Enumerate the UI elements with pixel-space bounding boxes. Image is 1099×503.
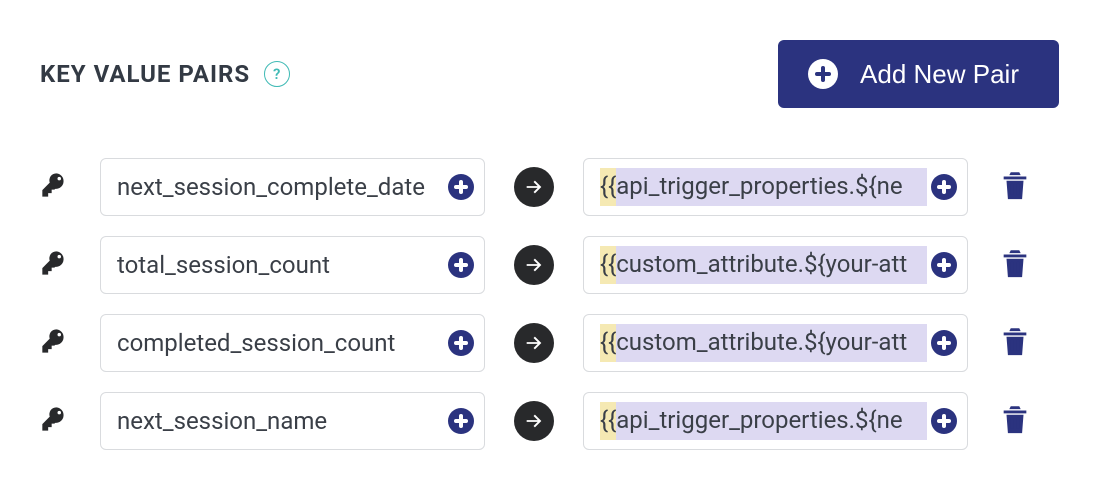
- insert-variable-icon[interactable]: [448, 408, 474, 434]
- pairs-list: next_session_complete_date {{api_trigger…: [40, 158, 1059, 450]
- key-input[interactable]: next_session_complete_date: [100, 158, 485, 216]
- arrow-right-icon: [514, 323, 554, 363]
- section-title: KEY VALUE PAIRS ?: [40, 60, 290, 88]
- value-input-text: {{api_trigger_properties.${ne: [600, 168, 927, 206]
- add-new-pair-button[interactable]: Add New Pair: [778, 40, 1059, 108]
- delete-pair-button[interactable]: [998, 244, 1032, 286]
- key-input[interactable]: total_session_count: [100, 236, 485, 294]
- section-title-text: KEY VALUE PAIRS: [40, 60, 250, 88]
- value-input-text: {{api_trigger_properties.${ne: [600, 402, 927, 440]
- value-input[interactable]: {{custom_attribute.${your-att: [583, 236, 968, 294]
- insert-variable-icon[interactable]: [931, 252, 957, 278]
- insert-variable-icon[interactable]: [931, 408, 957, 434]
- add-new-pair-label: Add New Pair: [860, 59, 1019, 90]
- key-input-text: completed_session_count: [117, 329, 444, 357]
- arrow-right-icon: [514, 401, 554, 441]
- delete-pair-button[interactable]: [998, 166, 1032, 208]
- delete-pair-button[interactable]: [998, 400, 1032, 442]
- value-input-text: {{custom_attribute.${your-att: [600, 324, 927, 362]
- plus-circle-icon: [808, 59, 838, 89]
- key-icon: [40, 327, 76, 359]
- insert-variable-icon[interactable]: [448, 252, 474, 278]
- key-input-text: next_session_complete_date: [117, 173, 444, 201]
- key-icon: [40, 405, 76, 437]
- key-input-text: next_session_name: [117, 407, 444, 435]
- key-input-text: total_session_count: [117, 251, 444, 279]
- help-icon[interactable]: ?: [264, 61, 290, 87]
- value-input[interactable]: {{api_trigger_properties.${ne: [583, 392, 968, 450]
- arrow-right-icon: [514, 245, 554, 285]
- value-input[interactable]: {{custom_attribute.${your-att: [583, 314, 968, 372]
- insert-variable-icon[interactable]: [448, 330, 474, 356]
- header-row: KEY VALUE PAIRS ? Add New Pair: [40, 40, 1059, 108]
- pair-row: completed_session_count {{custom_attribu…: [40, 314, 1059, 372]
- key-input[interactable]: next_session_name: [100, 392, 485, 450]
- insert-variable-icon[interactable]: [448, 174, 474, 200]
- delete-pair-button[interactable]: [998, 322, 1032, 364]
- pair-row: next_session_name {{api_trigger_properti…: [40, 392, 1059, 450]
- value-input-text: {{custom_attribute.${your-att: [600, 246, 927, 284]
- arrow-right-icon: [514, 167, 554, 207]
- pair-row: next_session_complete_date {{api_trigger…: [40, 158, 1059, 216]
- key-icon: [40, 171, 76, 203]
- insert-variable-icon[interactable]: [931, 174, 957, 200]
- insert-variable-icon[interactable]: [931, 330, 957, 356]
- pair-row: total_session_count {{custom_attribute.$…: [40, 236, 1059, 294]
- value-input[interactable]: {{api_trigger_properties.${ne: [583, 158, 968, 216]
- key-icon: [40, 249, 76, 281]
- key-input[interactable]: completed_session_count: [100, 314, 485, 372]
